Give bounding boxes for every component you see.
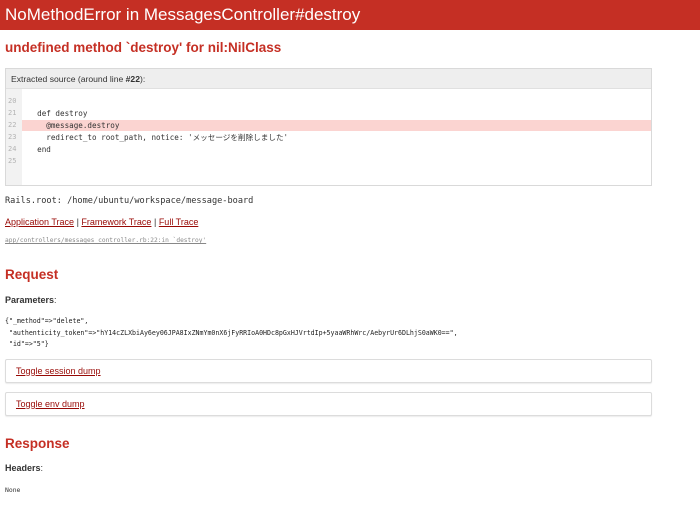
line-number: 20 xyxy=(8,97,17,105)
source-info-prefix: Extracted source (around line xyxy=(11,74,126,84)
code-line-highlighted: @message.destroy xyxy=(22,120,651,131)
error-title: NoMethodError in MessagesController#dest… xyxy=(5,5,361,24)
line-number: 25 xyxy=(8,157,17,165)
parameters-dump: {"_method"=>"delete", "authenticity_toke… xyxy=(5,316,458,351)
request-heading: Request xyxy=(5,267,59,282)
param-line: {"_method"=>"delete", xyxy=(5,317,89,325)
line-number: 22 xyxy=(8,121,17,129)
parameters-label: Parameters: xyxy=(5,295,57,305)
trace-separator: | xyxy=(76,217,79,227)
source-code: def destroy @message.destroy redirect_to… xyxy=(22,89,651,185)
source-info: Extracted source (around line #22): xyxy=(6,69,651,89)
trace-path-link[interactable]: app/controllers/messages_controller.rb:2… xyxy=(5,237,206,244)
session-dump-panel: Toggle session dump xyxy=(5,359,652,383)
source-info-line: #22 xyxy=(125,74,140,84)
trace-links: Application Trace | Framework Trace | Fu… xyxy=(5,217,198,227)
rails-root: Rails.root: /home/ubuntu/workspace/messa… xyxy=(5,196,254,206)
headers-label: Headers: xyxy=(5,463,44,473)
response-heading: Response xyxy=(5,436,70,451)
code-line: redirect_to root_path, notice: 'メッセージを削除… xyxy=(28,133,289,142)
line-number: 21 xyxy=(8,109,17,117)
error-title-bar: NoMethodError in MessagesController#dest… xyxy=(0,0,700,30)
code-line: def destroy xyxy=(28,109,88,118)
line-number: 23 xyxy=(8,133,17,141)
trace-separator: | xyxy=(153,217,157,227)
headers-value: None xyxy=(5,486,21,494)
line-number: 24 xyxy=(8,145,17,153)
error-message: undefined method `destroy' for nil:NilCl… xyxy=(5,40,282,55)
toggle-session-dump-link[interactable]: Toggle session dump xyxy=(16,366,101,376)
extracted-source-panel: Extracted source (around line #22): 20 2… xyxy=(5,68,652,186)
line-number-gutter: 20 21 22 23 24 25 xyxy=(6,89,22,185)
param-line: "authenticity_token"=>"hY14cZLXbiAy6ey06… xyxy=(5,328,458,337)
code-line: end xyxy=(28,145,51,154)
toggle-env-dump-link[interactable]: Toggle env dump xyxy=(16,399,85,409)
param-line: "id"=>"5"} xyxy=(5,340,49,348)
source-info-suffix: ): xyxy=(140,74,146,84)
framework-trace-link[interactable]: Framework Trace xyxy=(81,217,151,227)
env-dump-panel: Toggle env dump xyxy=(5,392,652,416)
full-trace-link[interactable]: Full Trace xyxy=(159,217,199,227)
application-trace-link[interactable]: Application Trace xyxy=(5,217,74,227)
